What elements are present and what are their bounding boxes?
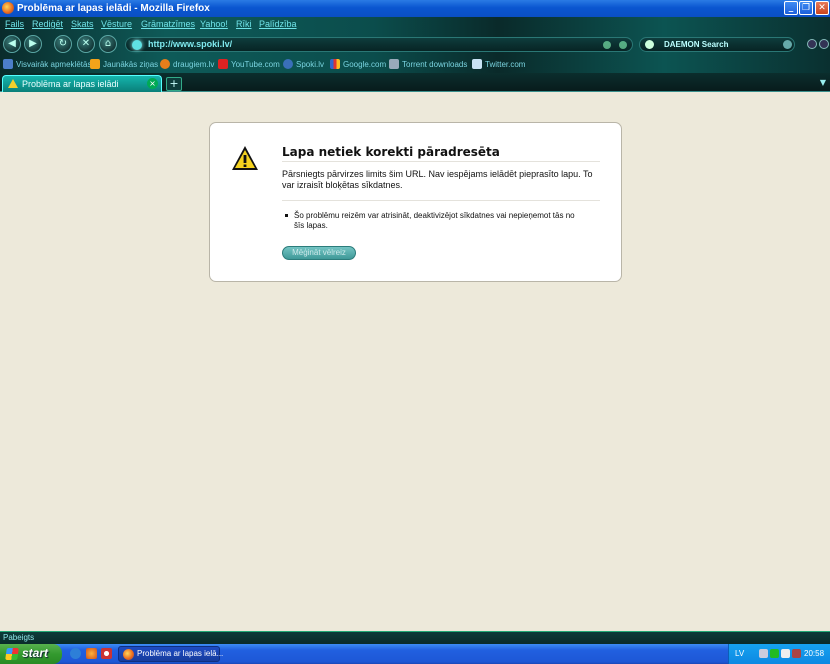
menu-yahoo[interactable]: Yahoo! xyxy=(200,19,228,29)
bookmark-label: YouTube.com xyxy=(231,60,280,69)
error-description: Pārsniegts pārvirzes limits šim URL. Nav… xyxy=(282,169,593,190)
window-title: Problēma ar lapas ielādi - Mozilla Firef… xyxy=(17,3,210,14)
try-again-button[interactable]: Mēģināt vēlreiz xyxy=(282,246,356,260)
menu-history[interactable]: Vēsture xyxy=(101,19,132,29)
twitter-icon xyxy=(472,59,482,69)
navigation-bar: ◀ ▶ ↻ ✕ ⌂ http://www.spoki.lv/ DAEMON Se… xyxy=(0,33,830,55)
taskbar: start Problēma ar lapas ielā... LV 20:58 xyxy=(0,644,830,664)
search-engine-label: DAEMON Search xyxy=(664,40,729,49)
search-go-icon[interactable] xyxy=(783,40,792,49)
status-text: Pabeigts xyxy=(3,633,35,642)
bookmark-youtube[interactable]: YouTube.com xyxy=(218,59,280,71)
menu-bookmarks[interactable]: Grāmatzīmes xyxy=(141,19,195,29)
bookmark-label: Twitter.com xyxy=(485,60,526,69)
bookmark-latest-news[interactable]: Jaunākās ziņas xyxy=(90,59,158,71)
internet-explorer-icon[interactable] xyxy=(70,648,81,659)
title-bar: Problēma ar lapas ielādi - Mozilla Firef… xyxy=(0,0,830,17)
zoom-out-icon[interactable] xyxy=(807,39,817,49)
bookmark-folder-icon xyxy=(3,59,13,69)
spoki-icon xyxy=(283,59,293,69)
clock: 20:58 xyxy=(804,649,825,658)
firefox-task-icon xyxy=(123,649,134,660)
bookmark-label: Google.com xyxy=(343,60,387,69)
tray-icon-2[interactable] xyxy=(770,649,779,658)
bookmark-label: Jaunākās ziņas xyxy=(103,60,159,69)
firefox-quicklaunch-icon[interactable] xyxy=(86,648,97,659)
bookmark-label: draugiem.lv xyxy=(173,60,215,69)
bookmark-google[interactable]: Google.com xyxy=(330,59,386,71)
menu-help[interactable]: Palīdzība xyxy=(259,19,297,29)
windows-logo-icon xyxy=(5,648,19,660)
bookmarks-toolbar: Visvairāk apmeklētās Jaunākās ziņas drau… xyxy=(0,57,830,73)
bookmark-label: Torrent downloads xyxy=(402,60,468,69)
address-bar[interactable]: http://www.spoki.lv/ xyxy=(125,37,633,52)
tab-close-icon[interactable]: × xyxy=(147,78,158,89)
home-button[interactable]: ⌂ xyxy=(99,35,117,53)
youtube-icon xyxy=(218,59,228,69)
search-engine-icon[interactable] xyxy=(645,40,654,49)
new-tab-button[interactable]: + xyxy=(166,77,182,91)
tray-icon-3[interactable] xyxy=(781,649,790,658)
start-label: start xyxy=(22,646,49,660)
menu-bar: Fails Rediģēt Skats Vēsture Grāmatzīmes … xyxy=(0,17,830,32)
rss-icon xyxy=(90,59,100,69)
site-identity-icon[interactable] xyxy=(132,40,142,50)
warning-icon xyxy=(8,79,18,88)
bookmark-torrent[interactable]: Torrent downloads xyxy=(389,59,467,71)
tab-strip: Problēma ar lapas ielādi × + ▼ xyxy=(0,73,830,92)
error-box: Lapa netiek korekti pāradresēta Pārsnieg… xyxy=(209,122,622,282)
taskbar-firefox-window[interactable]: Problēma ar lapas ielā... xyxy=(118,646,224,662)
language-indicator[interactable]: LV xyxy=(735,649,744,658)
menu-file[interactable]: Fails xyxy=(5,19,24,29)
address-url: http://www.spoki.lv/ xyxy=(148,39,233,49)
bookmark-label: Visvairāk apmeklētās xyxy=(16,60,92,69)
media-icon[interactable] xyxy=(101,648,112,659)
menu-edit[interactable]: Rediģēt xyxy=(32,19,63,29)
menu-tools[interactable]: Rīki xyxy=(236,19,252,29)
tray-icon-4[interactable] xyxy=(792,649,801,658)
back-button[interactable]: ◀ xyxy=(3,35,21,53)
go-icon[interactable] xyxy=(619,41,627,49)
zoom-in-icon[interactable] xyxy=(819,39,829,49)
draugiem-icon xyxy=(160,59,170,69)
tray-icon-1[interactable] xyxy=(759,649,768,658)
firefox-logo-icon xyxy=(2,2,14,14)
bookmark-spoki[interactable]: Spoki.lv xyxy=(283,59,324,71)
search-bar[interactable]: DAEMON Search xyxy=(639,37,795,52)
minimize-button[interactable]: _ xyxy=(784,1,798,15)
menu-view[interactable]: Skats xyxy=(71,19,94,29)
tab-label: Problēma ar lapas ielādi xyxy=(22,79,119,89)
bookmark-twitter[interactable]: Twitter.com xyxy=(472,59,525,71)
tab-active[interactable]: Problēma ar lapas ielādi × xyxy=(2,75,162,92)
status-bar: Pabeigts xyxy=(0,631,830,644)
task-label: Problēma ar lapas ielā... xyxy=(137,649,224,658)
error-hint: Šo problēmu reizēm var atrisināt, deakti… xyxy=(282,211,582,231)
google-icon xyxy=(330,59,340,69)
close-button[interactable]: ✕ xyxy=(815,1,829,15)
torrent-icon xyxy=(389,59,399,69)
list-all-tabs-icon[interactable]: ▼ xyxy=(820,78,826,87)
bookmark-draugiem[interactable]: draugiem.lv xyxy=(160,59,214,71)
history-dropdown-icon[interactable] xyxy=(603,41,611,49)
reload-button[interactable]: ↻ xyxy=(54,35,72,53)
page-content: Lapa netiek korekti pāradresēta Pārsnieg… xyxy=(0,92,830,631)
system-tray: LV 20:58 xyxy=(728,644,830,664)
bookmark-label: Spoki.lv xyxy=(296,60,325,69)
divider xyxy=(282,200,600,201)
warning-triangle-icon xyxy=(232,146,258,170)
forward-button[interactable]: ▶ xyxy=(24,35,42,53)
error-title: Lapa netiek korekti pāradresēta xyxy=(282,145,600,162)
bookmark-most-visited[interactable]: Visvairāk apmeklētās xyxy=(3,59,91,71)
start-button[interactable]: start xyxy=(0,644,62,664)
maximize-button[interactable]: ❐ xyxy=(799,1,813,15)
stop-button[interactable]: ✕ xyxy=(77,35,95,53)
